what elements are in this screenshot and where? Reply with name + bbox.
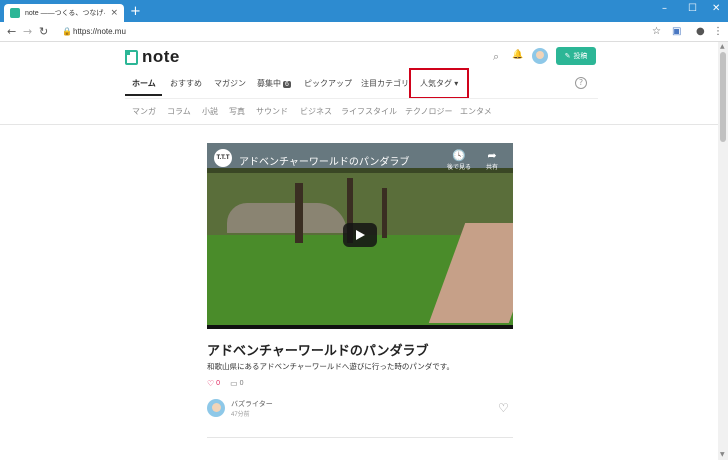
nav-pickup[interactable]: ピックアップ [304,78,352,89]
nav-featured-categories[interactable]: 注目カテゴリ [361,78,409,89]
article-stats: ♡ 0 ▭ 0 [207,379,244,388]
scroll-down-icon[interactable]: ▼ [720,451,725,458]
new-tab-button[interactable]: + [130,5,141,18]
play-icon[interactable] [343,223,377,247]
search-icon[interactable]: ⌕ [493,50,499,64]
close-window-icon[interactable]: ✕ [712,3,720,15]
nav-recruiting[interactable]: 募集中 6 [257,78,291,89]
share-icon: ➦ [487,149,497,162]
comment-count: 0 [239,380,244,387]
post-button-label: 投稿 [573,53,588,60]
nav-home[interactable]: ホーム [132,78,156,89]
header-divider [0,124,718,125]
bell-icon[interactable]: 🔔 [512,50,523,60]
video-tree-trunk [382,188,387,238]
author-name[interactable]: バズライター [231,399,273,409]
tab-title: note ——つくる、つなげる、とどける。 [25,10,105,17]
post-time: 47分前 [231,412,250,418]
note-logo[interactable]: note [125,47,180,67]
extension-icon[interactable]: ▣ [672,26,681,38]
user-avatar[interactable] [532,48,548,64]
share-button[interactable]: ➦ 共有 [477,149,507,171]
chrome-menu-icon[interactable]: ⋮ [713,26,723,38]
video-bottom-bar [207,325,513,329]
scroll-up-icon[interactable]: ▲ [720,43,725,50]
profile-icon[interactable]: ● [696,26,705,38]
minimize-icon[interactable]: – [662,3,667,15]
author-avatar[interactable] [207,399,225,417]
address-bar[interactable]: 🔒 https://note.mu [58,24,668,40]
category-business[interactable]: ビジネス [300,106,332,117]
video-tree-trunk [295,183,303,243]
video-rocks [227,203,347,233]
logo-text: note [142,47,180,66]
article-description: 和歌山県にあるアドベンチャーワールドへ遊びに行った時のパンダです。 [207,362,455,371]
close-tab-icon[interactable]: × [110,8,118,18]
active-tab-indicator [125,94,162,96]
highlight-annotation-box [409,68,469,99]
recruiting-count-badge: 6 [283,81,291,88]
watch-later-button[interactable]: 🕓 後で見る [444,149,474,171]
browser-tab[interactable]: note ——つくる、つなげる、とどける。 × [4,4,124,22]
category-sound[interactable]: サウンド [256,106,288,117]
save-heart-icon[interactable]: ♡ [498,401,509,415]
forward-icon[interactable]: → [23,25,32,38]
nav-recruiting-label: 募集中 [257,79,281,88]
help-icon[interactable]: ? [575,77,587,89]
like-button[interactable]: ♡ 0 [207,379,220,388]
browser-titlebar: note ——つくる、つなげる、とどける。 × + – ☐ ✕ [0,0,728,22]
heart-icon: ♡ [207,379,215,388]
category-technology[interactable]: テクノロジー [405,106,453,117]
reload-icon[interactable]: ↻ [39,25,48,38]
category-novel[interactable]: 小説 [202,106,218,117]
scroll-thumb[interactable] [720,52,726,142]
category-column[interactable]: コラム [167,106,191,117]
channel-icon[interactable]: T.T.T [214,149,232,167]
video-title[interactable]: アドベンチャーワールドのパンダラブ [239,153,409,168]
nav-magazine[interactable]: マガジン [214,78,246,89]
category-entertainment[interactable]: エンタメ [460,106,492,117]
watch-later-label: 後で見る [446,164,471,171]
article-divider [207,437,513,438]
category-subnav: マンガ コラム 小説 写真 サウンド ビジネス ライフスタイル テクノロジー エ… [125,98,598,124]
site-header: note ⌕ 🔔 ✎ 投稿 [0,42,718,70]
maximize-icon[interactable]: ☐ [688,3,697,15]
category-manga[interactable]: マンガ [132,106,156,117]
bookmark-star-icon[interactable]: ☆ [652,26,661,38]
nav-recommended[interactable]: おすすめ [170,78,202,89]
back-icon[interactable]: ← [7,25,16,38]
main-nav: ホーム おすすめ マガジン 募集中 6 ピックアップ 注目カテゴリ 人気タグ ▾ [125,72,598,96]
category-lifestyle[interactable]: ライフスタイル [341,106,397,117]
page-scrollbar[interactable]: ▲ ▼ [718,42,728,460]
note-logo-icon [125,49,138,65]
comment-button[interactable]: ▭ 0 [230,379,243,388]
url-text[interactable]: https://note.mu [73,27,126,36]
like-count: 0 [216,380,221,387]
lock-icon: 🔒 [62,27,72,36]
post-button[interactable]: ✎ 投稿 [556,47,596,65]
category-photo[interactable]: 写真 [229,106,245,117]
video-embed[interactable]: T.T.T アドベンチャーワールドのパンダラブ 🕓 後で見る ➦ 共有 [207,143,513,329]
browser-toolbar: ← → ↻ 🔒 https://note.mu ☆ ▣ ● ⋮ [0,22,728,42]
clock-icon: 🕓 [452,149,466,162]
comment-icon: ▭ [230,379,238,388]
share-label: 共有 [485,164,498,171]
note-favicon-icon [10,8,20,18]
pencil-icon: ✎ [564,53,571,60]
article-title[interactable]: アドベンチャーワールドのパンダラブ [207,340,429,359]
